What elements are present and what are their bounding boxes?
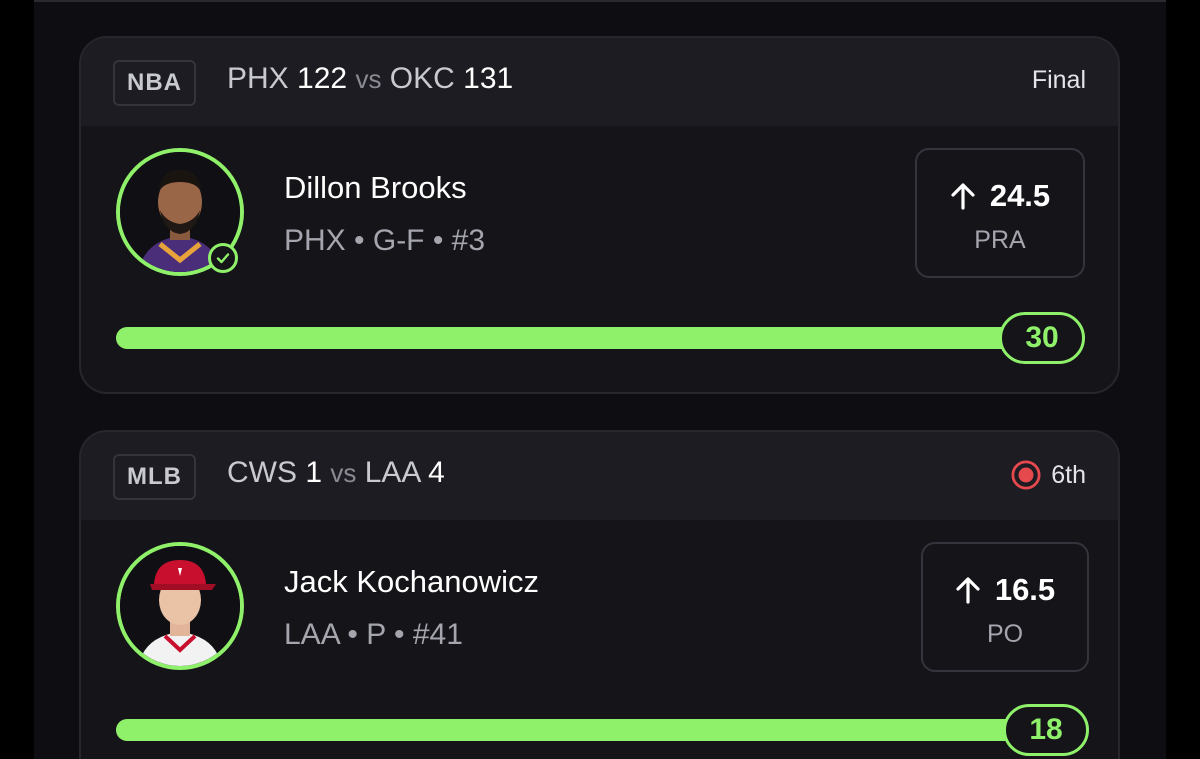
line-box: 24.5 PRA	[915, 148, 1085, 278]
divider	[34, 0, 1166, 2]
player-name: Jack Kochanowicz	[284, 564, 540, 599]
home-score: 1	[305, 456, 323, 489]
pick-card-2[interactable]: MLB CWS 1 vs LAA 4 6th Jack Kochanowicz …	[79, 430, 1120, 759]
player-name: Dillon Brooks	[284, 170, 467, 205]
vs-label: vs	[355, 64, 382, 94]
away-team: OKC	[389, 62, 455, 95]
arrow-up-icon	[956, 577, 980, 604]
progress-fill	[116, 719, 1046, 741]
progress-bar	[116, 719, 1046, 741]
line-value-row: 16.5	[923, 572, 1087, 608]
line-stat: PRA	[974, 226, 1026, 254]
line-stat: PO	[986, 620, 1024, 648]
game-header: MLB CWS 1 vs LAA 4 6th	[81, 432, 1118, 520]
line-value-row: 24.5	[917, 178, 1083, 214]
home-team: CWS	[227, 456, 297, 489]
live-dot-icon	[1011, 460, 1041, 490]
progress-value: 30	[999, 312, 1085, 364]
progress-value: 18	[1003, 704, 1089, 756]
home-team: PHX	[227, 62, 289, 95]
matchup: CWS 1 vs LAA 4	[227, 456, 445, 490]
line-box: 16.5 PO	[921, 542, 1089, 672]
check-circle-icon	[208, 243, 238, 273]
league-badge: NBA	[113, 60, 196, 106]
home-score: 122	[297, 62, 348, 95]
game-status: 6th	[1011, 460, 1086, 490]
player-avatar	[116, 542, 244, 670]
player-meta: LAA • P • #41	[284, 618, 463, 651]
line-value: 16.5	[994, 572, 1056, 607]
matchup: PHX 122 vs OKC 131	[227, 62, 513, 96]
progress-fill	[116, 327, 1046, 349]
player-meta: PHX • G-F • #3	[284, 224, 486, 257]
game-status-label: 6th	[1051, 460, 1086, 489]
game-status-label: Final	[1031, 66, 1086, 94]
game-header: NBA PHX 122 vs OKC 131 Final	[81, 38, 1118, 126]
arrow-up-icon	[951, 183, 975, 210]
league-badge: MLB	[113, 454, 196, 500]
pick-card-1[interactable]: NBA PHX 122 vs OKC 131 Final Dillon Broo…	[79, 36, 1120, 394]
line-value: 24.5	[989, 178, 1051, 213]
player-headshot	[120, 546, 240, 666]
away-team: LAA	[364, 456, 420, 489]
game-status: Final	[1032, 66, 1086, 95]
away-score: 131	[463, 62, 514, 95]
picks-panel: NBA PHX 122 vs OKC 131 Final Dillon Broo…	[34, 0, 1166, 759]
vs-label: vs	[330, 458, 357, 488]
progress-bar	[116, 327, 1046, 349]
away-score: 4	[428, 456, 445, 489]
